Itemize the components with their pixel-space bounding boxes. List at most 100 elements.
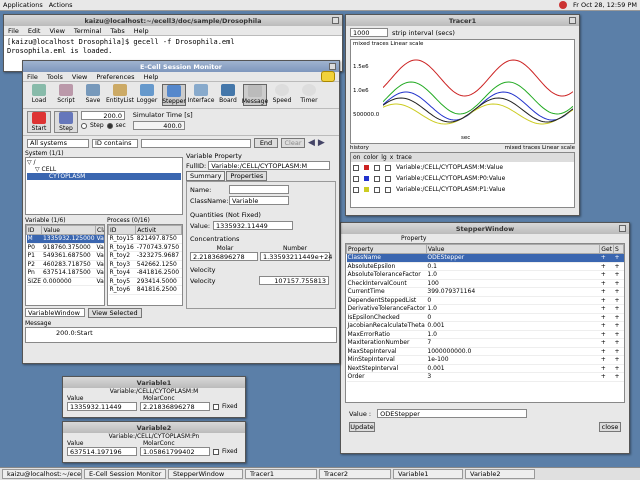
fixed-checkbox[interactable] <box>213 448 219 455</box>
message-button[interactable]: Message <box>242 84 268 106</box>
property-row[interactable]: ClassName ODEStepper + + <box>346 253 624 263</box>
script-button[interactable]: Script <box>54 84 78 106</box>
process-row[interactable]: R_toy5 293414.5000 <box>108 277 182 286</box>
task-stepper-window[interactable]: StepperWindow <box>168 469 243 479</box>
forward-arrow-icon[interactable]: ▶ <box>318 138 325 148</box>
col-x[interactable]: x <box>390 154 394 161</box>
col-color[interactable]: color <box>363 154 378 161</box>
property-row[interactable]: MaxStepInterval 1000000000.0 + + <box>346 347 624 356</box>
tree-node[interactable]: ▽ CELL <box>27 166 181 173</box>
process-row[interactable]: R_toy2 -323275.9687 <box>108 251 182 261</box>
step-radio[interactable] <box>81 122 87 129</box>
process-row[interactable]: R_toy3 542662.1250 <box>108 260 182 269</box>
fullid-field[interactable]: Variable:/CELL/CYTOPLASM:M <box>208 161 331 170</box>
menu-help[interactable]: Help <box>144 73 159 81</box>
tree-node[interactable]: ▽ / <box>27 159 181 166</box>
process-row[interactable]: R_toy16 -770743.9750 <box>108 243 182 252</box>
variable-row[interactable]: P0918760.375000Var <box>26 243 104 252</box>
menu-file[interactable]: File <box>8 27 19 35</box>
step-button[interactable]: Step <box>54 111 78 133</box>
menu-preferences[interactable]: Preferences <box>96 73 134 81</box>
close-icon[interactable] <box>332 17 339 24</box>
search-input[interactable] <box>141 138 251 148</box>
update-button[interactable]: Update <box>349 422 375 432</box>
sec-radio[interactable] <box>106 122 113 129</box>
x-checkbox[interactable] <box>385 164 391 171</box>
task-terminal[interactable]: kaizu@localhost:~/ecell3 <box>2 469 82 479</box>
process-row[interactable]: R_toy15 821497.8750 <box>108 234 182 244</box>
lg-checkbox[interactable] <box>374 175 380 182</box>
window-type-select[interactable]: VariableWindow <box>25 308 85 317</box>
menu-terminal[interactable]: Terminal <box>74 27 101 35</box>
on-checkbox[interactable] <box>353 164 359 171</box>
col-activity[interactable]: Activit <box>135 225 182 235</box>
lg-checkbox[interactable] <box>374 186 380 193</box>
property-row[interactable]: JacobianRecalculateTheta 0.001 + + <box>346 321 624 331</box>
task-tracer1[interactable]: Tracer1 <box>245 469 317 479</box>
value-field[interactable]: 637514.197196 <box>67 447 137 456</box>
process-row[interactable]: R_toy4 -841816.2500 <box>108 268 182 278</box>
property-row[interactable]: MaxIterationNumber 7 + + <box>346 338 624 348</box>
x-checkbox[interactable] <box>385 186 391 193</box>
tree-node-selected[interactable]: CYTOPLASM <box>27 173 181 180</box>
property-row[interactable]: DerivativeToleranceFactor 1.0 + + <box>346 304 624 314</box>
logger-button[interactable]: Logger <box>135 84 159 106</box>
notification-icon[interactable] <box>558 1 567 9</box>
col-id[interactable]: ID <box>108 225 137 235</box>
col-value[interactable]: Value <box>425 244 601 254</box>
variable-row[interactable]: M1335932.125000Var <box>26 234 104 244</box>
col-class[interactable]: Cla <box>95 225 104 235</box>
interface-button[interactable]: Interface <box>188 84 214 106</box>
trace-row[interactable]: Variable:/CELL/CYTOPLASM:P0:Value <box>351 173 574 184</box>
value-field[interactable]: 1335932.11449 <box>213 221 294 230</box>
menu-tools[interactable]: Tools <box>47 73 63 81</box>
close-button[interactable]: close <box>599 422 621 432</box>
variable-row[interactable]: SIZE0.000000Var <box>26 277 104 286</box>
trace-row[interactable]: Variable:/CELL/CYTOPLASM:P1:Value <box>351 184 574 195</box>
x-checkbox[interactable] <box>385 175 391 182</box>
save-button[interactable]: Save <box>81 84 105 106</box>
tab-summary[interactable]: Summary <box>186 171 226 181</box>
timer-button[interactable]: Timer <box>297 84 321 106</box>
speed-button[interactable]: Speed <box>270 84 294 106</box>
property-row[interactable]: IsEpsilonChecked 0 + + <box>346 313 624 322</box>
col-set[interactable]: S <box>613 244 624 254</box>
start-button[interactable]: Start <box>27 111 51 133</box>
apps-menu[interactable]: Applications <box>3 1 43 9</box>
view-selected-button[interactable]: View Selected <box>88 308 142 318</box>
lg-checkbox[interactable] <box>374 164 380 171</box>
entitylist-button[interactable]: EntityList <box>106 84 134 106</box>
property-row[interactable]: AbsoluteEpsilon 0.1 + + <box>346 262 624 271</box>
col-on[interactable]: on <box>353 154 360 161</box>
id-filter-select[interactable]: ID contains <box>92 138 138 148</box>
task-variable1[interactable]: Variable1 <box>393 469 463 479</box>
task-variable2[interactable]: Variable2 <box>465 469 535 479</box>
property-row[interactable]: DependentSteppedList 0 + + <box>346 296 624 305</box>
menu-edit[interactable]: Edit <box>28 27 41 35</box>
property-row[interactable]: Order 3 + + <box>346 372 624 382</box>
message-log[interactable]: 200.0:Start <box>25 327 337 343</box>
fixed-checkbox[interactable] <box>213 403 219 410</box>
tab-properties[interactable]: Properties <box>226 171 268 181</box>
close-icon[interactable] <box>619 225 626 232</box>
variable-row[interactable]: P1549361.687500Var <box>26 251 104 261</box>
task-session-monitor[interactable]: E-Cell Session Monitor <box>84 469 166 479</box>
value-input[interactable]: ODEStepper <box>377 409 528 418</box>
property-row[interactable]: MinStepInterval 1e-100 + + <box>346 355 624 365</box>
col-property[interactable]: Property <box>346 244 427 254</box>
on-checkbox[interactable] <box>353 186 359 193</box>
col-trace[interactable]: trace <box>396 154 412 161</box>
close-icon[interactable] <box>569 17 576 24</box>
variable-row[interactable]: P2460283.718750Var <box>26 260 104 269</box>
systems-select[interactable]: All systems <box>27 138 89 148</box>
back-arrow-icon[interactable]: ◀ <box>308 138 315 148</box>
plot-area[interactable]: mixed traces Linear scale 1.5e6 1.0e6 50… <box>350 39 575 144</box>
on-checkbox[interactable] <box>353 175 359 182</box>
stepper-button[interactable]: Stepper <box>162 84 186 106</box>
name-field[interactable] <box>229 185 289 194</box>
property-row[interactable]: CurrentTime 399.079371164 + + <box>346 287 624 297</box>
process-row[interactable]: R_toy6 841816.2500 <box>108 285 182 295</box>
task-tracer2[interactable]: Tracer2 <box>319 469 391 479</box>
menu-file[interactable]: File <box>27 73 38 81</box>
col-id[interactable]: ID <box>26 225 43 235</box>
